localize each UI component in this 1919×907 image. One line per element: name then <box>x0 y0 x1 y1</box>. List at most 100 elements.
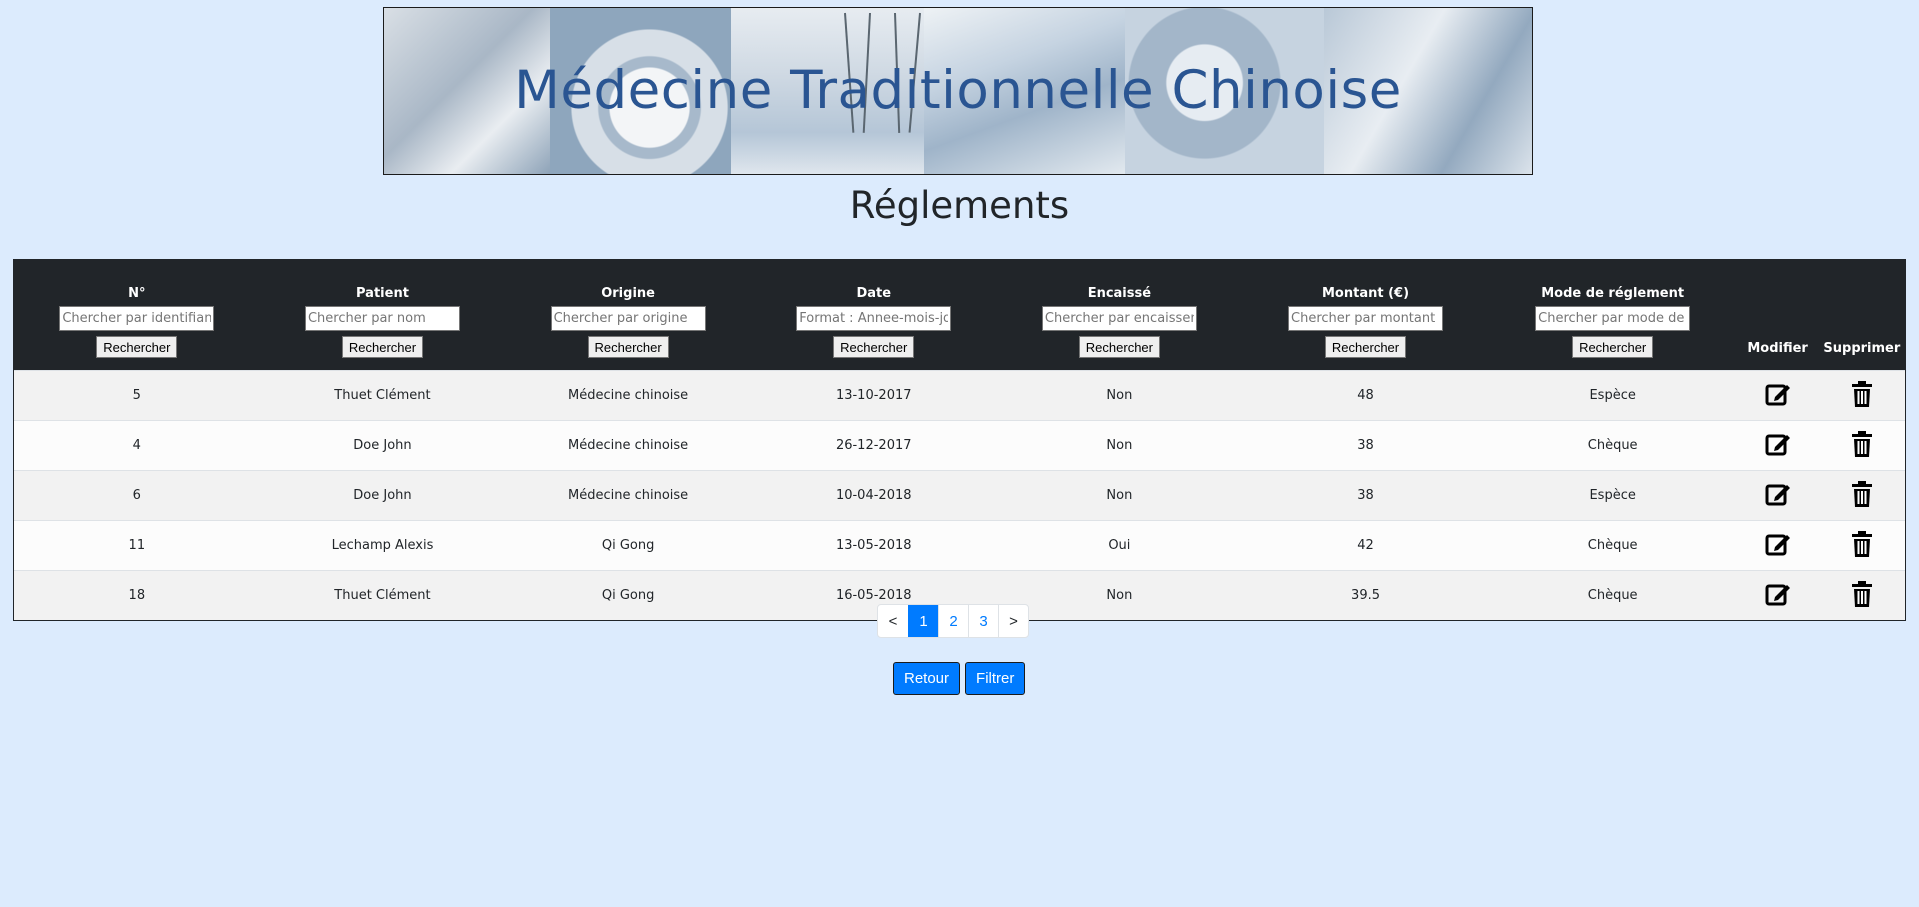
column-header-date: Date Rechercher <box>750 260 997 371</box>
pagination-page-3[interactable]: 3 <box>968 605 998 637</box>
cell-origine: Qi Gong <box>505 570 751 620</box>
edit-icon[interactable] <box>1764 480 1792 508</box>
pagination-page-2[interactable]: 2 <box>938 605 968 637</box>
cell-delete <box>1818 370 1905 421</box>
cell-montant: 42 <box>1242 520 1489 571</box>
search-input-encaisse[interactable] <box>1041 306 1197 331</box>
pagination-next[interactable]: > <box>998 605 1028 637</box>
cell-encaisse: Non <box>996 470 1243 521</box>
cell-patient: Thuet Clément <box>259 570 506 620</box>
search-input-num[interactable] <box>59 306 215 331</box>
cell-mode: Espèce <box>1488 470 1737 521</box>
action-buttons: Retour Filtrer <box>893 662 1026 695</box>
table-row: 6 Doe John Médecine chinoise 10-04-2018 Non 3… <box>14 470 1905 521</box>
payments-table: N° Rechercher Patient Rechercher Origine Rech… <box>13 259 1906 621</box>
edit-icon[interactable] <box>1764 380 1792 408</box>
pagination-page-1[interactable]: 1 <box>908 605 938 637</box>
cell-origine: Médecine chinoise <box>505 470 751 521</box>
cell-modify <box>1736 470 1819 521</box>
search-input-origine[interactable] <box>550 306 706 331</box>
cell-mode: Chèque <box>1488 570 1737 620</box>
trash-icon[interactable] <box>1848 580 1876 608</box>
search-button-date[interactable]: Rechercher <box>833 336 915 358</box>
cell-montant: 39.5 <box>1242 570 1489 620</box>
cell-mode: Chèque <box>1488 420 1737 471</box>
search-button-num[interactable]: Rechercher <box>96 336 178 358</box>
cell-date: 26-12-2017 <box>750 420 997 471</box>
search-input-mode[interactable] <box>1535 306 1691 331</box>
cell-montant: 38 <box>1242 470 1489 521</box>
cell-num: 4 <box>14 420 260 471</box>
cell-encaisse: Non <box>996 370 1243 421</box>
trash-icon[interactable] <box>1848 530 1876 558</box>
cell-modify <box>1736 370 1819 421</box>
edit-icon[interactable] <box>1764 430 1792 458</box>
cell-encaisse: Non <box>996 570 1243 620</box>
search-button-encaisse[interactable]: Rechercher <box>1078 336 1160 358</box>
filter-button[interactable]: Filtrer <box>965 662 1026 695</box>
cell-date: 13-05-2018 <box>750 520 997 571</box>
column-label: Date <box>856 286 892 301</box>
column-label: Montant (€) <box>1322 286 1410 301</box>
cell-patient: Thuet Clément <box>259 370 506 421</box>
cell-delete <box>1818 570 1905 620</box>
cell-encaisse: Non <box>996 420 1243 471</box>
column-header-modify: Modifier <box>1736 260 1819 371</box>
table-header: N° Rechercher Patient Rechercher Origine Rech… <box>14 260 1905 371</box>
column-header-patient: Patient Rechercher <box>259 260 506 371</box>
trash-icon[interactable] <box>1848 380 1876 408</box>
column-label: Mode de réglement <box>1541 286 1685 301</box>
edit-icon[interactable] <box>1764 580 1792 608</box>
search-input-montant[interactable] <box>1288 306 1444 331</box>
column-header-mode: Mode de réglement Rechercher <box>1488 260 1737 371</box>
page-title: Réglements <box>849 184 1070 227</box>
cell-delete <box>1818 520 1905 571</box>
cell-encaisse: Oui <box>996 520 1243 571</box>
cell-num: 18 <box>14 570 260 620</box>
column-header-num: N° Rechercher <box>14 260 260 371</box>
table-body: 5 Thuet Clément Médecine chinoise 13-10-201… <box>14 370 1905 620</box>
header-banner: Médecine Traditionnelle Chinoise <box>383 7 1533 175</box>
search-input-date[interactable] <box>796 306 952 331</box>
trash-icon[interactable] <box>1848 480 1876 508</box>
column-label: Supprimer <box>1823 341 1901 356</box>
column-header-origine: Origine Rechercher <box>505 260 751 371</box>
cell-patient: Lechamp Alexis <box>259 520 506 571</box>
cell-origine: Médecine chinoise <box>505 370 751 421</box>
cell-mode: Espèce <box>1488 370 1737 421</box>
cell-modify <box>1736 520 1819 571</box>
search-button-montant[interactable]: Rechercher <box>1324 336 1407 358</box>
column-label: N° <box>128 286 146 301</box>
column-header-delete: Supprimer <box>1818 260 1905 371</box>
table-row: 5 Thuet Clément Médecine chinoise 13-10-201… <box>14 370 1905 421</box>
edit-icon[interactable] <box>1764 530 1792 558</box>
cell-num: 5 <box>14 370 260 421</box>
cell-modify <box>1736 420 1819 471</box>
cell-montant: 48 <box>1242 370 1489 421</box>
search-button-mode[interactable]: Rechercher <box>1572 336 1654 358</box>
cell-modify <box>1736 570 1819 620</box>
search-button-origine[interactable]: Rechercher <box>587 336 669 358</box>
column-label: Patient <box>356 286 409 301</box>
cell-origine: Médecine chinoise <box>505 420 751 471</box>
cell-date: 13-10-2017 <box>750 370 997 421</box>
column-label: Encaissé <box>1087 286 1152 301</box>
search-button-patient[interactable]: Rechercher <box>341 336 424 358</box>
back-button[interactable]: Retour <box>893 662 961 695</box>
pagination: < 1 2 3 > <box>877 604 1029 638</box>
cell-num: 11 <box>14 520 260 571</box>
table-row: 4 Doe John Médecine chinoise 26-12-2017 Non 3… <box>14 420 1905 471</box>
banner-title: Médecine Traditionnelle Chinoise <box>514 60 1402 121</box>
search-input-patient[interactable] <box>304 306 460 331</box>
cell-mode: Chèque <box>1488 520 1737 571</box>
column-header-montant: Montant (€) Rechercher <box>1242 260 1489 371</box>
column-label: Origine <box>601 286 655 301</box>
cell-delete <box>1818 420 1905 471</box>
cell-patient: Doe John <box>259 470 506 521</box>
table-row: 11 Lechamp Alexis Qi Gong 13-05-2018 Oui 42 Ch… <box>14 520 1905 571</box>
trash-icon[interactable] <box>1848 430 1876 458</box>
cell-date: 10-04-2018 <box>750 470 997 521</box>
column-header-encaisse: Encaissé Rechercher <box>996 260 1243 371</box>
cell-patient: Doe John <box>259 420 506 471</box>
pagination-prev[interactable]: < <box>878 605 908 637</box>
